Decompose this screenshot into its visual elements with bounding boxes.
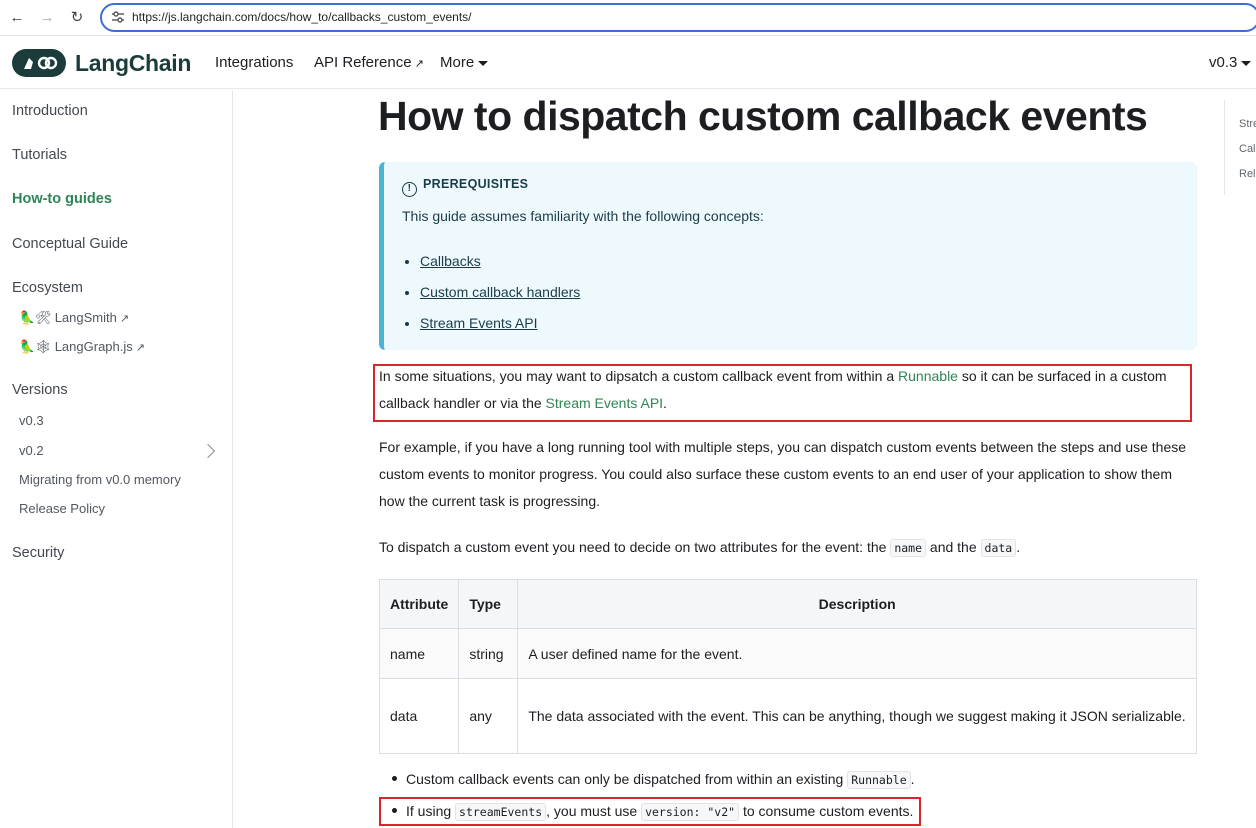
sidebar-item-introduction[interactable]: Introduction (12, 103, 88, 119)
table-row: data any The data associated with the ev… (378, 678, 1197, 754)
back-arrow-icon[interactable]: ← (7, 8, 27, 28)
sidebar-item-langgraph[interactable]: 🦜🕸 LangGraph.js ↗ (19, 339, 145, 355)
code-version-v2: version: "v2" (641, 803, 740, 821)
code-streamevents: streamEvents (455, 803, 547, 821)
sidebar-item-langsmith[interactable]: 🦜🛠 LangSmith ↗ (19, 310, 129, 326)
url-text: https://js.langchain.com/docs/how_to/cal… (132, 10, 472, 24)
table-of-contents: Stre Call Rela (1224, 100, 1256, 195)
bullet (392, 776, 397, 781)
list-item: Custom callback events can only be dispa… (392, 771, 915, 789)
table-header-row: Attribute Type Description (378, 579, 1197, 629)
sidebar-item-versions[interactable]: Versions (12, 382, 68, 398)
link-stream-events-api-inline[interactable]: Stream Events API (546, 395, 664, 411)
code-runnable: Runnable (847, 771, 911, 789)
example-paragraph: For example, if you have a long running … (379, 439, 1187, 509)
chevron-down-icon (1241, 60, 1252, 66)
list-item: Stream Events API (420, 313, 580, 344)
table-cell: A user defined name for the event. (517, 628, 1197, 679)
brand-name[interactable]: LangChain (75, 50, 191, 77)
attributes-table: Attribute Type Description name string A… (378, 579, 1197, 754)
link-custom-callback-handlers[interactable]: Custom callback handlers (420, 284, 580, 300)
intro-paragraph: In some situations, you may want to dips… (379, 368, 1167, 411)
toc-item[interactable]: Stre (1239, 118, 1256, 130)
sidebar: Introduction Tutorials How-to guides Con… (0, 90, 233, 828)
address-bar[interactable]: https://js.langchain.com/docs/how_to/cal… (100, 3, 1256, 32)
toc-item[interactable]: Rela (1239, 168, 1256, 180)
nav-api-reference[interactable]: API Reference ↗ (314, 54, 424, 71)
forward-arrow-icon[interactable]: → (37, 8, 57, 28)
nav-more[interactable]: More (440, 54, 489, 71)
nav-integrations[interactable]: Integrations (215, 54, 293, 71)
parrot-link-icon (24, 56, 58, 70)
sidebar-item-ecosystem[interactable]: Ecosystem (12, 280, 83, 296)
prerequisites-list: Callbacks Custom callback handlers Strea… (420, 251, 580, 344)
code-data: data (980, 539, 1017, 557)
list-item: Custom callback handlers (420, 282, 580, 313)
site-navbar: LangChain Integrations API Reference ↗ Mo… (0, 37, 1256, 89)
table-cell: The data associated with the event. This… (517, 678, 1197, 754)
sidebar-item-conceptual[interactable]: Conceptual Guide (12, 236, 128, 252)
chevron-right-icon[interactable] (200, 443, 216, 459)
table-cell: string (458, 628, 519, 679)
version-dropdown[interactable]: v0.3 (1209, 54, 1252, 71)
prerequisites-admonition: ! PREREQUISITES This guide assumes famili… (379, 162, 1197, 350)
attributes-paragraph: To dispatch a custom event you need to d… (379, 539, 1021, 557)
sidebar-item-v02[interactable]: v0.2 (19, 443, 44, 458)
table-header: Description (517, 579, 1197, 629)
browser-toolbar: ← → ↻ https://js.langchain.com/docs/how_… (0, 0, 1256, 36)
table-cell: any (458, 678, 519, 754)
page-title: How to dispatch custom callback events (378, 93, 1148, 139)
sidebar-item-security[interactable]: Security (12, 545, 64, 561)
site-settings-icon[interactable] (110, 9, 126, 25)
admonition-header: ! PREREQUISITES (402, 177, 528, 197)
info-icon: ! (402, 182, 417, 197)
code-name: name (890, 539, 927, 557)
external-link-icon: ↗ (135, 342, 145, 354)
link-callbacks[interactable]: Callbacks (420, 253, 481, 269)
sidebar-item-howto[interactable]: How-to guides (12, 191, 112, 207)
list-item: If using streamEvents, you must use vers… (392, 803, 913, 821)
bullet (392, 808, 397, 813)
sidebar-item-tutorials[interactable]: Tutorials (12, 147, 67, 163)
parrot-gear-icon: 🦜🕸 (19, 339, 52, 354)
parrot-hammer-icon: 🦜🛠 (19, 310, 52, 325)
sidebar-item-release-policy[interactable]: Release Policy (19, 501, 105, 516)
chevron-down-icon (478, 60, 489, 66)
admonition-description: This guide assumes familiarity with the … (402, 208, 764, 224)
langchain-logo[interactable] (12, 49, 66, 77)
external-link-icon: ↗ (119, 313, 130, 325)
sidebar-item-v03[interactable]: v0.3 (19, 413, 44, 428)
list-item: Callbacks (420, 251, 580, 282)
table-header: Type (458, 579, 519, 629)
link-stream-events-api[interactable]: Stream Events API (420, 315, 538, 331)
table-cell: name (378, 628, 460, 679)
table-row: name string A user defined name for the … (378, 628, 1197, 679)
table-header: Attribute (378, 579, 460, 629)
toc-item[interactable]: Call (1239, 143, 1256, 155)
table-cell: data (378, 678, 460, 754)
reload-icon[interactable]: ↻ (67, 8, 87, 28)
external-link-icon: ↗ (414, 58, 424, 70)
sidebar-item-migrating[interactable]: Migrating from v0.0 memory (19, 472, 181, 487)
link-runnable[interactable]: Runnable (898, 368, 958, 384)
